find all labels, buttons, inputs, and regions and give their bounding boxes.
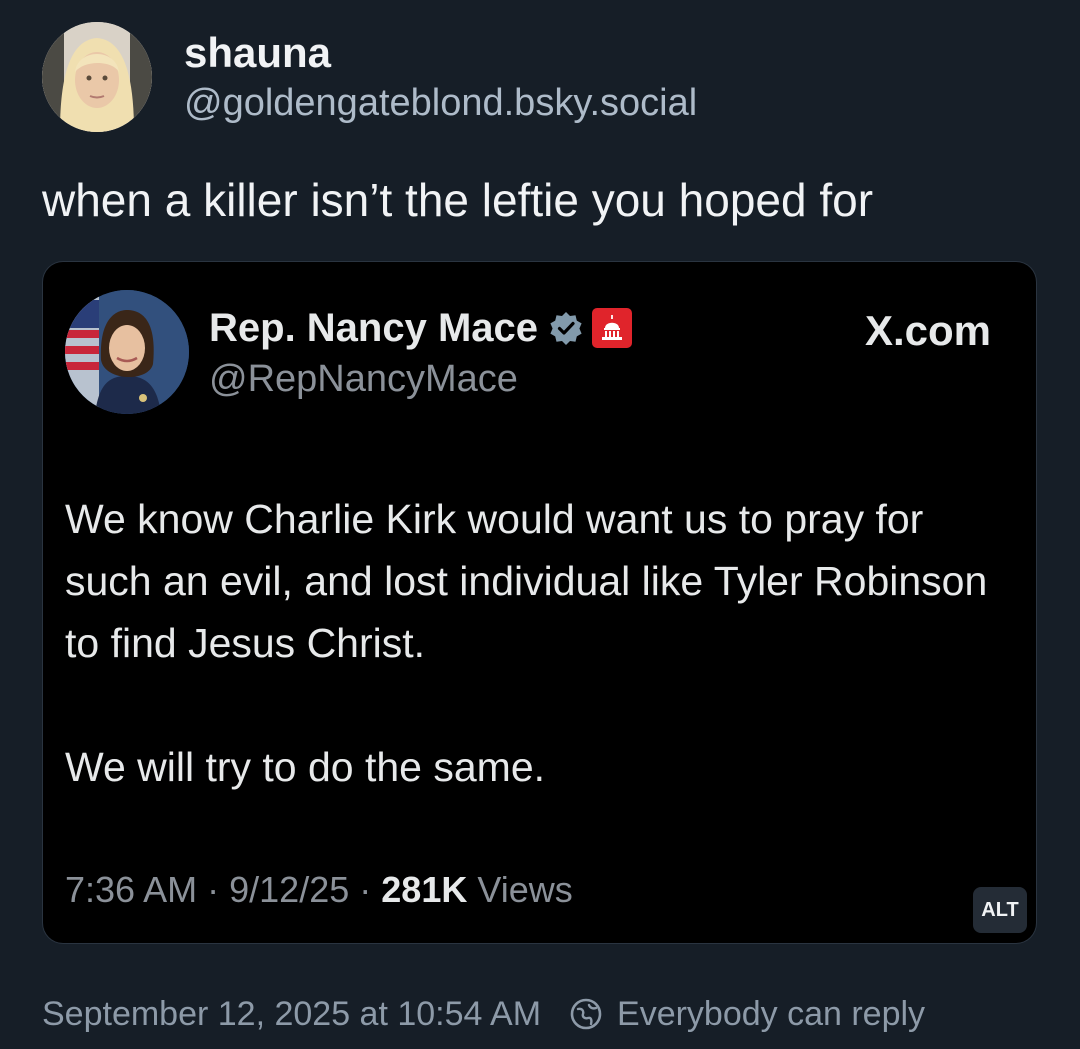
embed-author-name: Rep. Nancy Mace — [209, 306, 539, 350]
alt-text-button[interactable]: ALT — [973, 887, 1027, 933]
embed-body: We know Charlie Kirk would want us to pr… — [65, 488, 1015, 798]
globe-reply-icon — [570, 998, 602, 1030]
embed-time: 7:36 AM — [65, 869, 198, 910]
author-display-name[interactable]: shauna — [184, 27, 697, 79]
author-handle[interactable]: @goldengateblond.bsky.social — [184, 79, 697, 127]
author-meta: shauna @goldengateblond.bsky.social — [184, 27, 697, 127]
x-logo: X.com — [864, 307, 991, 354]
verified-icon — [550, 312, 582, 345]
post-text: when a killer isn’t the leftie you hoped… — [42, 174, 874, 226]
embed-meta: 7:36 AM · 9/12/25 · 281K Views — [65, 868, 573, 912]
embed-paragraph: We will try to do the same. — [65, 744, 546, 790]
embed-avatar-image — [65, 290, 189, 414]
embed-views-count: 281K — [381, 869, 468, 910]
embed-author-handle: @RepNancyMace — [209, 358, 518, 400]
post-author[interactable]: shauna @goldengateblond.bsky.social — [42, 22, 697, 132]
embed-date: 9/12/25 — [229, 869, 350, 910]
embed-name-row: Rep. Nancy Mace — [209, 304, 633, 352]
meta-separator: · — [359, 869, 372, 910]
post-timestamp[interactable]: September 12, 2025 at 10:54 AM — [42, 992, 541, 1036]
embed-author-avatar — [65, 290, 189, 414]
embed-paragraph: We know Charlie Kirk would want us to pr… — [65, 496, 988, 666]
author-avatar[interactable] — [42, 22, 152, 132]
embedded-image[interactable]: Rep. Nancy Mace @RepNancyMace X.com We k… — [43, 262, 1036, 943]
post: shauna @goldengateblond.bsky.social when… — [0, 0, 1080, 1049]
meta-separator: · — [207, 869, 220, 910]
reply-setting[interactable]: Everybody can reply — [617, 992, 925, 1036]
author-avatar-image — [42, 22, 152, 132]
government-badge-icon — [592, 308, 633, 348]
embed-views-label: Views — [477, 869, 573, 910]
post-footer: September 12, 2025 at 10:54 AM Everybody… — [42, 992, 925, 1036]
